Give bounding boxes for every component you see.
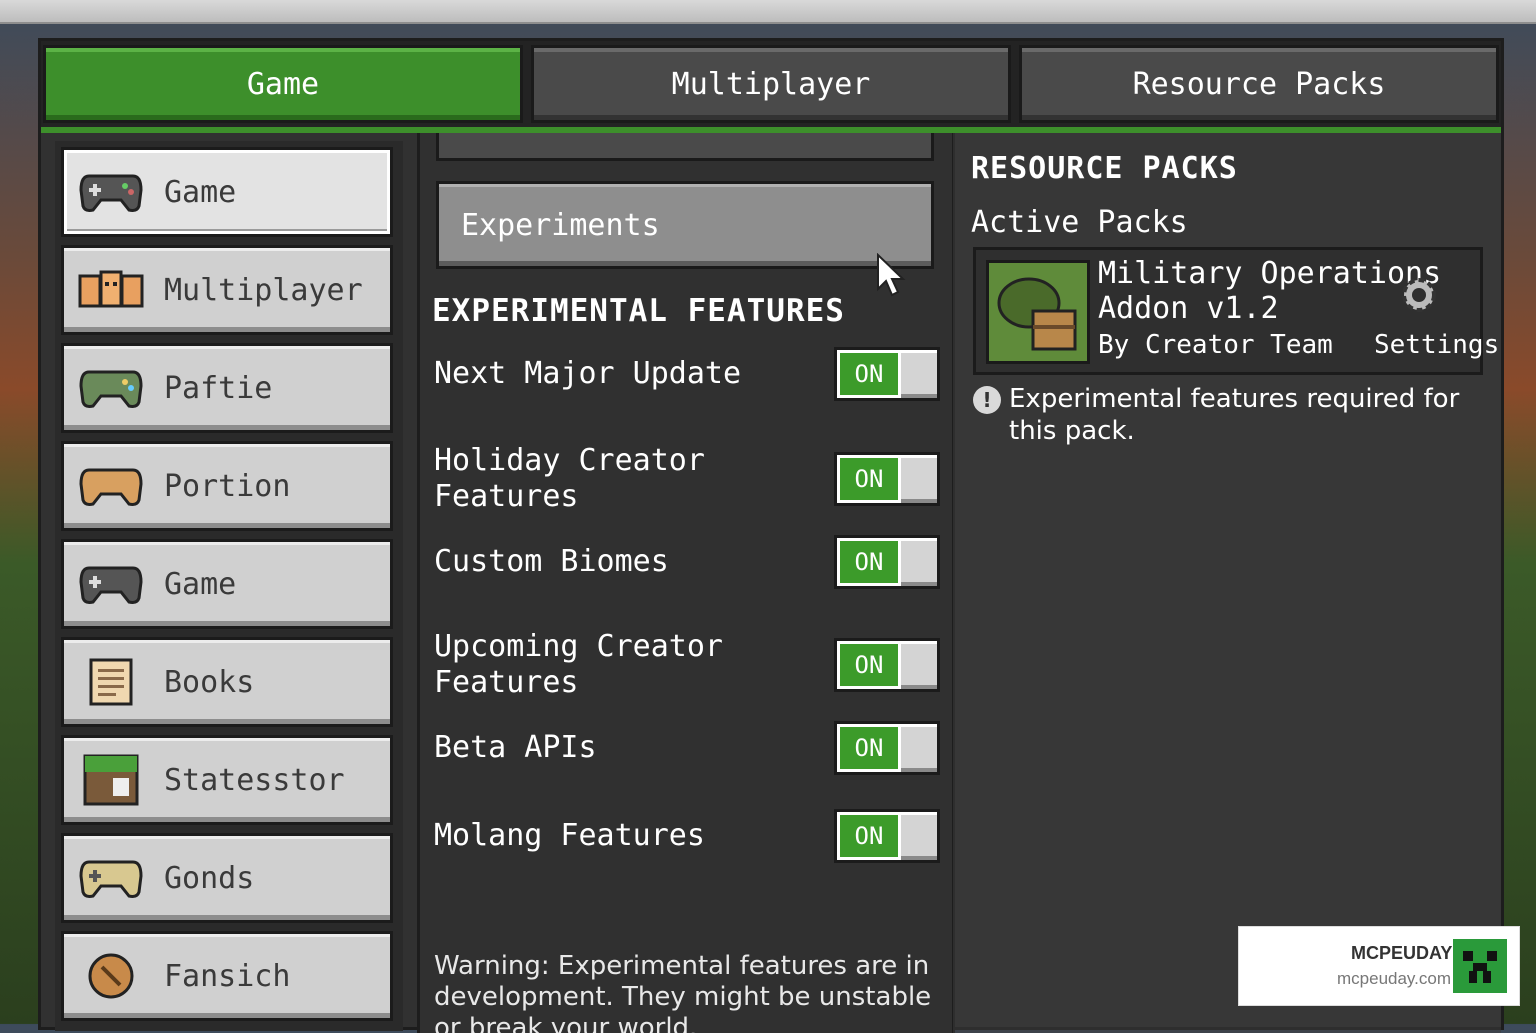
toggle-state: ON bbox=[837, 455, 901, 503]
controller-icon bbox=[78, 853, 144, 903]
feature-row: Upcoming Creator Features ON bbox=[434, 629, 940, 701]
sidebar-item-statesstor[interactable]: Statesstor bbox=[61, 735, 393, 825]
sidebar-item-label: Statesstor bbox=[164, 762, 345, 798]
pack-settings-button[interactable]: Settings bbox=[1374, 330, 1499, 360]
sidebar-item-multiplayer[interactable]: Multiplayer bbox=[61, 245, 393, 335]
resource-packs-panel: RESOURCE PACKS Active Packs Military Ope… bbox=[953, 133, 1501, 1033]
book-icon bbox=[78, 657, 144, 707]
sidebar-item-gonds[interactable]: Gonds bbox=[61, 833, 393, 923]
feature-toggle[interactable]: ON bbox=[834, 638, 940, 692]
watermark: MCPEUDAY mcpeuday.com bbox=[1238, 926, 1520, 1006]
sidebar-item-label: Paftie bbox=[164, 370, 273, 406]
sidebar-item-label: Gonds bbox=[164, 860, 255, 896]
sidebar-item-paftie[interactable]: Paftie bbox=[61, 343, 393, 433]
feature-label: Custom Biomes bbox=[434, 544, 669, 579]
feature-row: Molang Features ON bbox=[434, 809, 940, 863]
sidebar: Game Multiplayer Paftie Portion Game Boo… bbox=[55, 141, 403, 1031]
pack-thumbnail-icon bbox=[986, 260, 1090, 364]
sidebar-item-label: Game bbox=[164, 566, 237, 602]
sidebar-item-game-2[interactable]: Game bbox=[61, 539, 393, 629]
feature-toggle[interactable]: ON bbox=[834, 452, 940, 506]
controller-icon bbox=[78, 167, 144, 217]
warning-text: Warning: Experimental features are in de… bbox=[434, 951, 932, 1033]
info-icon: ! bbox=[973, 386, 1001, 414]
tab-bar: Game Multiplayer Resource Packs bbox=[41, 41, 1501, 127]
toggle-state: ON bbox=[837, 350, 901, 398]
sidebar-item-books[interactable]: Books bbox=[61, 637, 393, 727]
toggle-knob bbox=[901, 812, 937, 860]
active-pack-card[interactable]: Military Operations Addon v1.2 By Creato… bbox=[973, 247, 1499, 375]
feature-label: Upcoming Creator Features bbox=[434, 629, 723, 700]
note-text: Experimental features required for this … bbox=[1009, 384, 1460, 446]
controller-icon bbox=[78, 559, 144, 609]
controller-icon bbox=[78, 461, 144, 511]
sidebar-item-label: Multiplayer bbox=[164, 272, 363, 308]
tab-multiplayer[interactable]: Multiplayer bbox=[531, 45, 1011, 123]
toggle-knob bbox=[901, 455, 937, 503]
sidebar-item-label: Portion bbox=[164, 468, 291, 504]
pack-requirement-note: ! Experimental features required for thi… bbox=[973, 383, 1493, 447]
feature-label: Holiday Creator Features bbox=[434, 443, 705, 514]
active-packs-label: Active Packs bbox=[971, 205, 1188, 240]
sidebar-item-label: Books bbox=[164, 664, 255, 700]
feature-label: Molang Features bbox=[434, 818, 705, 853]
tab-resource-packs[interactable]: Resource Packs bbox=[1019, 45, 1499, 123]
watermark-url: mcpeuday.com bbox=[1337, 969, 1452, 988]
experiments-button[interactable]: Experiments bbox=[436, 181, 934, 269]
tab-game[interactable]: Game bbox=[43, 45, 523, 123]
sidebar-item-fansich[interactable]: Fansich bbox=[61, 931, 393, 1021]
section-title: EXPERIMENTAL FEATURES bbox=[432, 293, 845, 329]
controller-icon bbox=[78, 363, 144, 413]
mouse-cursor-icon bbox=[877, 253, 906, 297]
toggle-knob bbox=[901, 641, 937, 689]
experiments-panel: Experiments EXPERIMENTAL FEATURES Next M… bbox=[417, 133, 955, 1033]
toggle-state: ON bbox=[837, 538, 901, 586]
toggle-knob bbox=[901, 350, 937, 398]
compass-icon bbox=[78, 951, 144, 1001]
feature-toggle[interactable]: ON bbox=[834, 721, 940, 775]
feature-row: Holiday Creator Features ON bbox=[434, 443, 940, 515]
sidebar-item-game[interactable]: Game bbox=[61, 147, 393, 237]
feature-row: Beta APIs ON bbox=[434, 721, 940, 775]
scrolled-button[interactable] bbox=[436, 133, 934, 161]
toggle-knob bbox=[901, 538, 937, 586]
toggle-state: ON bbox=[837, 812, 901, 860]
feature-toggle[interactable]: ON bbox=[834, 535, 940, 589]
sidebar-item-label: Game bbox=[164, 174, 237, 210]
pack-author: By Creator Team bbox=[1098, 330, 1333, 360]
grass-block-icon bbox=[78, 754, 144, 806]
feature-row: Custom Biomes ON bbox=[434, 535, 940, 589]
toggle-state: ON bbox=[837, 724, 901, 772]
sidebar-item-label: Fansich bbox=[164, 958, 291, 994]
feature-toggle[interactable]: ON bbox=[834, 809, 940, 863]
players-icon bbox=[78, 265, 144, 315]
feature-label: Next Major Update bbox=[434, 356, 742, 391]
resource-packs-title: RESOURCE PACKS bbox=[971, 151, 1238, 186]
gear-icon[interactable] bbox=[1396, 272, 1442, 318]
feature-label: Beta APIs bbox=[434, 730, 597, 765]
watermark-brand: MCPEUDAY bbox=[1351, 943, 1453, 963]
feature-toggle[interactable]: ON bbox=[834, 347, 940, 401]
feature-row: Next Major Update ON bbox=[434, 347, 940, 401]
settings-window: Game Multiplayer Resource Packs Game Mul… bbox=[38, 38, 1504, 1033]
toggle-state: ON bbox=[837, 641, 901, 689]
sidebar-item-portion[interactable]: Portion bbox=[61, 441, 393, 531]
creeper-logo-icon bbox=[1453, 939, 1507, 993]
window-top-bar bbox=[0, 0, 1536, 24]
toggle-knob bbox=[901, 724, 937, 772]
